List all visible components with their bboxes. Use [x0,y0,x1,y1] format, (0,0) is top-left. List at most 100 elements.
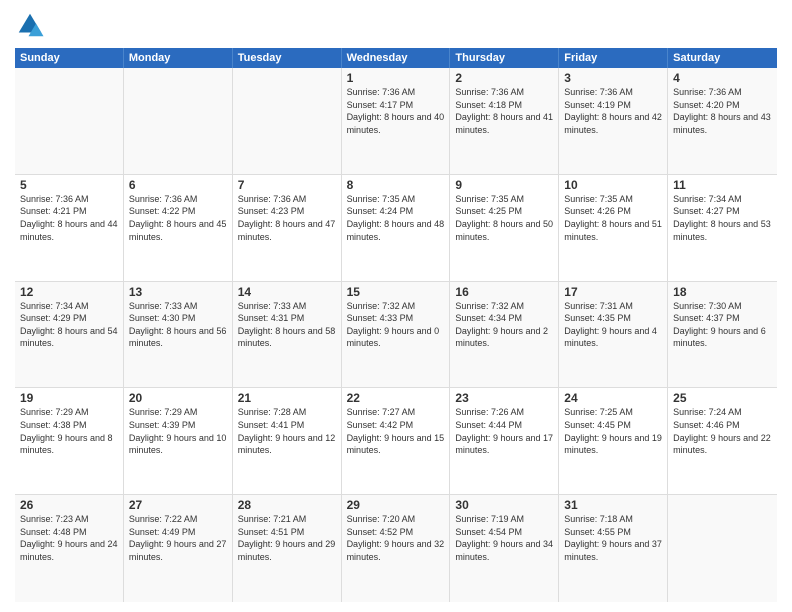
calendar-cell: 2Sunrise: 7:36 AM Sunset: 4:18 PM Daylig… [450,68,559,174]
calendar-cell: 14Sunrise: 7:33 AM Sunset: 4:31 PM Dayli… [233,282,342,388]
cell-info: Sunrise: 7:23 AM Sunset: 4:48 PM Dayligh… [20,513,118,563]
cell-day-number: 7 [238,178,336,192]
cell-info: Sunrise: 7:32 AM Sunset: 4:34 PM Dayligh… [455,300,553,350]
calendar-cell: 28Sunrise: 7:21 AM Sunset: 4:51 PM Dayli… [233,495,342,602]
calendar-cell: 30Sunrise: 7:19 AM Sunset: 4:54 PM Dayli… [450,495,559,602]
calendar-cell: 25Sunrise: 7:24 AM Sunset: 4:46 PM Dayli… [668,388,777,494]
cell-info: Sunrise: 7:18 AM Sunset: 4:55 PM Dayligh… [564,513,662,563]
header [15,10,777,40]
cell-info: Sunrise: 7:35 AM Sunset: 4:25 PM Dayligh… [455,193,553,243]
cell-day-number: 15 [347,285,445,299]
cell-day-number: 27 [129,498,227,512]
calendar-cell [668,495,777,602]
calendar-cell: 26Sunrise: 7:23 AM Sunset: 4:48 PM Dayli… [15,495,124,602]
cell-day-number: 21 [238,391,336,405]
cell-day-number: 1 [347,71,445,85]
cell-day-number: 9 [455,178,553,192]
logo-icon [15,10,45,40]
cell-info: Sunrise: 7:29 AM Sunset: 4:38 PM Dayligh… [20,406,118,456]
calendar-header-cell: Saturday [668,48,777,68]
calendar-cell: 12Sunrise: 7:34 AM Sunset: 4:29 PM Dayli… [15,282,124,388]
calendar-cell: 4Sunrise: 7:36 AM Sunset: 4:20 PM Daylig… [668,68,777,174]
cell-info: Sunrise: 7:34 AM Sunset: 4:27 PM Dayligh… [673,193,772,243]
cell-info: Sunrise: 7:29 AM Sunset: 4:39 PM Dayligh… [129,406,227,456]
calendar-header-cell: Sunday [15,48,124,68]
cell-info: Sunrise: 7:33 AM Sunset: 4:31 PM Dayligh… [238,300,336,350]
calendar-cell: 11Sunrise: 7:34 AM Sunset: 4:27 PM Dayli… [668,175,777,281]
calendar-cell: 20Sunrise: 7:29 AM Sunset: 4:39 PM Dayli… [124,388,233,494]
cell-info: Sunrise: 7:31 AM Sunset: 4:35 PM Dayligh… [564,300,662,350]
cell-info: Sunrise: 7:36 AM Sunset: 4:23 PM Dayligh… [238,193,336,243]
cell-info: Sunrise: 7:32 AM Sunset: 4:33 PM Dayligh… [347,300,445,350]
cell-day-number: 2 [455,71,553,85]
calendar-week: 12Sunrise: 7:34 AM Sunset: 4:29 PM Dayli… [15,282,777,389]
calendar-cell [124,68,233,174]
calendar-cell: 21Sunrise: 7:28 AM Sunset: 4:41 PM Dayli… [233,388,342,494]
cell-info: Sunrise: 7:30 AM Sunset: 4:37 PM Dayligh… [673,300,772,350]
calendar-cell: 6Sunrise: 7:36 AM Sunset: 4:22 PM Daylig… [124,175,233,281]
cell-day-number: 24 [564,391,662,405]
calendar-cell: 5Sunrise: 7:36 AM Sunset: 4:21 PM Daylig… [15,175,124,281]
calendar-cell: 17Sunrise: 7:31 AM Sunset: 4:35 PM Dayli… [559,282,668,388]
calendar-week: 1Sunrise: 7:36 AM Sunset: 4:17 PM Daylig… [15,68,777,175]
cell-info: Sunrise: 7:25 AM Sunset: 4:45 PM Dayligh… [564,406,662,456]
cell-info: Sunrise: 7:36 AM Sunset: 4:18 PM Dayligh… [455,86,553,136]
cell-day-number: 25 [673,391,772,405]
cell-day-number: 16 [455,285,553,299]
cell-info: Sunrise: 7:26 AM Sunset: 4:44 PM Dayligh… [455,406,553,456]
cell-info: Sunrise: 7:36 AM Sunset: 4:19 PM Dayligh… [564,86,662,136]
cell-day-number: 26 [20,498,118,512]
cell-day-number: 19 [20,391,118,405]
cell-day-number: 4 [673,71,772,85]
calendar-cell: 13Sunrise: 7:33 AM Sunset: 4:30 PM Dayli… [124,282,233,388]
page: SundayMondayTuesdayWednesdayThursdayFrid… [0,0,792,612]
cell-info: Sunrise: 7:36 AM Sunset: 4:22 PM Dayligh… [129,193,227,243]
cell-info: Sunrise: 7:36 AM Sunset: 4:21 PM Dayligh… [20,193,118,243]
logo [15,10,49,40]
calendar-header-row: SundayMondayTuesdayWednesdayThursdayFrid… [15,48,777,68]
cell-day-number: 5 [20,178,118,192]
cell-day-number: 6 [129,178,227,192]
calendar-cell: 22Sunrise: 7:27 AM Sunset: 4:42 PM Dayli… [342,388,451,494]
calendar-header-cell: Friday [559,48,668,68]
cell-day-number: 17 [564,285,662,299]
calendar-cell [233,68,342,174]
cell-day-number: 3 [564,71,662,85]
calendar-cell [15,68,124,174]
calendar-cell: 1Sunrise: 7:36 AM Sunset: 4:17 PM Daylig… [342,68,451,174]
cell-info: Sunrise: 7:33 AM Sunset: 4:30 PM Dayligh… [129,300,227,350]
calendar-body: 1Sunrise: 7:36 AM Sunset: 4:17 PM Daylig… [15,68,777,602]
cell-day-number: 14 [238,285,336,299]
cell-day-number: 20 [129,391,227,405]
cell-info: Sunrise: 7:20 AM Sunset: 4:52 PM Dayligh… [347,513,445,563]
cell-info: Sunrise: 7:35 AM Sunset: 4:26 PM Dayligh… [564,193,662,243]
cell-info: Sunrise: 7:36 AM Sunset: 4:17 PM Dayligh… [347,86,445,136]
cell-day-number: 18 [673,285,772,299]
calendar-week: 19Sunrise: 7:29 AM Sunset: 4:38 PM Dayli… [15,388,777,495]
cell-day-number: 22 [347,391,445,405]
calendar-header-cell: Thursday [450,48,559,68]
calendar-cell: 16Sunrise: 7:32 AM Sunset: 4:34 PM Dayli… [450,282,559,388]
cell-day-number: 13 [129,285,227,299]
cell-info: Sunrise: 7:19 AM Sunset: 4:54 PM Dayligh… [455,513,553,563]
cell-day-number: 10 [564,178,662,192]
cell-day-number: 8 [347,178,445,192]
cell-day-number: 23 [455,391,553,405]
calendar-cell: 27Sunrise: 7:22 AM Sunset: 4:49 PM Dayli… [124,495,233,602]
cell-info: Sunrise: 7:22 AM Sunset: 4:49 PM Dayligh… [129,513,227,563]
calendar-cell: 9Sunrise: 7:35 AM Sunset: 4:25 PM Daylig… [450,175,559,281]
calendar-cell: 18Sunrise: 7:30 AM Sunset: 4:37 PM Dayli… [668,282,777,388]
cell-info: Sunrise: 7:24 AM Sunset: 4:46 PM Dayligh… [673,406,772,456]
cell-info: Sunrise: 7:34 AM Sunset: 4:29 PM Dayligh… [20,300,118,350]
calendar-cell: 31Sunrise: 7:18 AM Sunset: 4:55 PM Dayli… [559,495,668,602]
calendar-cell: 8Sunrise: 7:35 AM Sunset: 4:24 PM Daylig… [342,175,451,281]
calendar-header-cell: Wednesday [342,48,451,68]
cell-info: Sunrise: 7:27 AM Sunset: 4:42 PM Dayligh… [347,406,445,456]
calendar-header-cell: Monday [124,48,233,68]
cell-info: Sunrise: 7:28 AM Sunset: 4:41 PM Dayligh… [238,406,336,456]
calendar-header-cell: Tuesday [233,48,342,68]
cell-day-number: 29 [347,498,445,512]
calendar-week: 5Sunrise: 7:36 AM Sunset: 4:21 PM Daylig… [15,175,777,282]
calendar-cell: 29Sunrise: 7:20 AM Sunset: 4:52 PM Dayli… [342,495,451,602]
cell-info: Sunrise: 7:21 AM Sunset: 4:51 PM Dayligh… [238,513,336,563]
